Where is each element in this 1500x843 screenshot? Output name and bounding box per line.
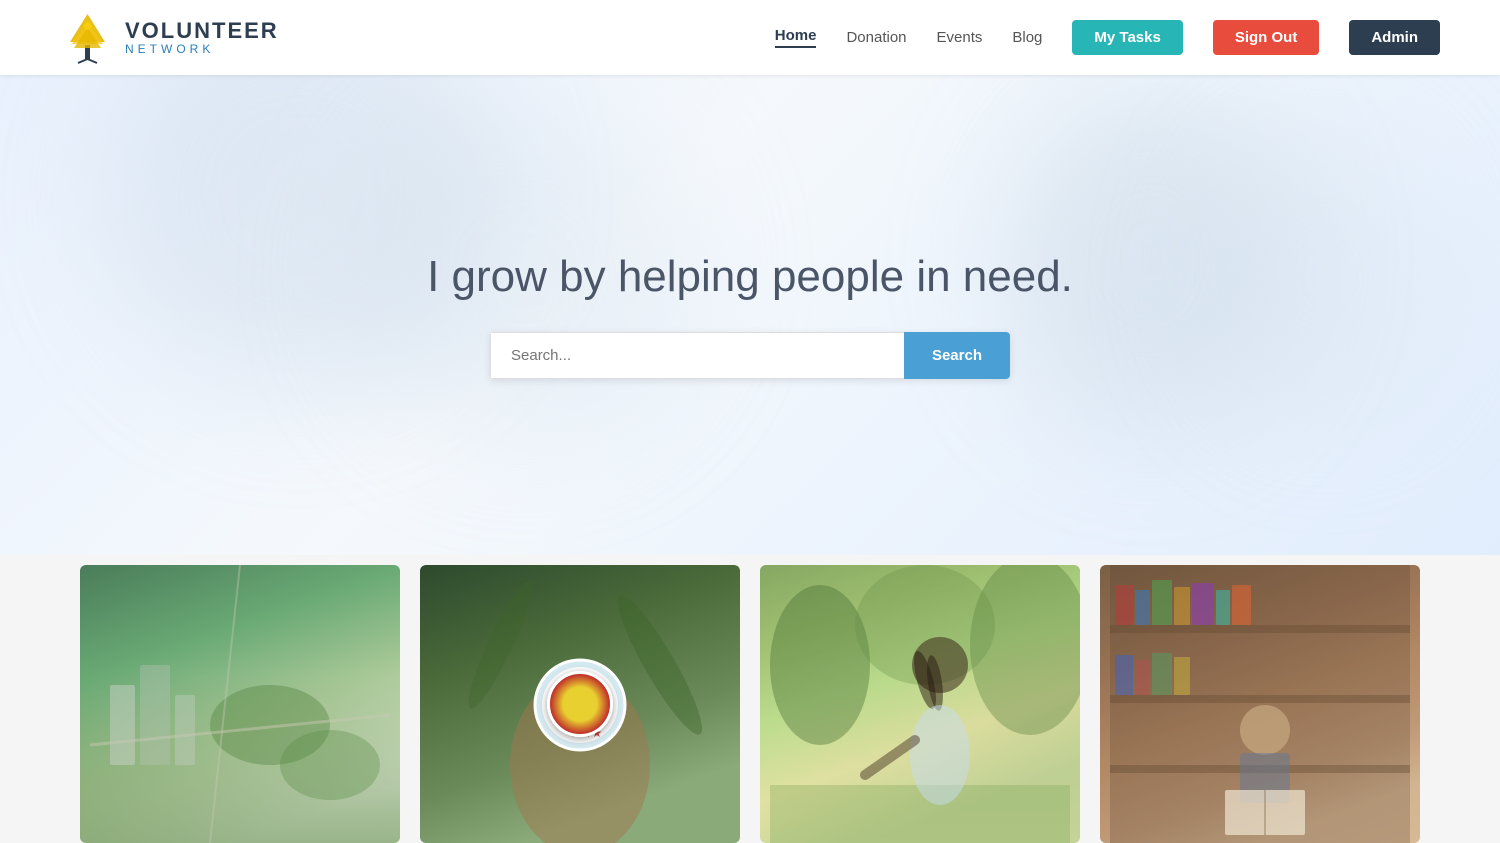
hero-figure-4 [1200, 125, 1450, 425]
nav-links: Home Donation Events Blog My Tasks Sign … [775, 20, 1440, 55]
search-input[interactable] [490, 332, 904, 379]
nav-link-home[interactable]: Home [775, 27, 817, 48]
search-button[interactable]: Search [904, 332, 1010, 379]
logo-volunteer-text: VOLUNTEER [125, 19, 279, 43]
logo[interactable]: VOLUNTEER NETWORK [60, 10, 279, 65]
svg-text:★★★: ★★★ [570, 726, 602, 740]
logo-text: VOLUNTEER NETWORK [125, 19, 279, 56]
hero-section: I grow by helping people in need. Search [0, 75, 1500, 555]
card-voted-sticker[interactable]: ★★★ [420, 565, 740, 843]
nav-link-donation[interactable]: Donation [846, 29, 906, 46]
admin-button[interactable]: Admin [1349, 20, 1440, 55]
logo-network-text: NETWORK [125, 43, 279, 56]
card-child-reading-overlay [1100, 565, 1420, 843]
search-bar: Search [490, 332, 1010, 379]
hero-content: I grow by helping people in need. Search [427, 252, 1073, 379]
my-tasks-button[interactable]: My Tasks [1072, 20, 1182, 55]
card-city-park[interactable] [80, 565, 400, 843]
cards-section: ★★★ [0, 555, 1500, 843]
navbar: VOLUNTEER NETWORK Home Donation Events B… [0, 0, 1500, 75]
card-voted-overlay: ★★★ [420, 565, 740, 843]
card-girl-park[interactable] [760, 565, 1080, 843]
nav-link-blog[interactable]: Blog [1012, 29, 1042, 46]
card-girl-park-svg [760, 565, 1080, 843]
card-city-park-overlay [80, 565, 400, 843]
card-girl-park-overlay [760, 565, 1080, 843]
logo-icon [60, 10, 115, 65]
card-child-reading-svg [1100, 565, 1420, 843]
card-voted-svg: ★★★ [420, 565, 740, 843]
sign-out-button[interactable]: Sign Out [1213, 20, 1320, 55]
card-city-park-svg [80, 565, 400, 843]
hero-title: I grow by helping people in need. [427, 252, 1073, 302]
nav-link-events[interactable]: Events [937, 29, 983, 46]
card-child-reading[interactable] [1100, 565, 1420, 843]
